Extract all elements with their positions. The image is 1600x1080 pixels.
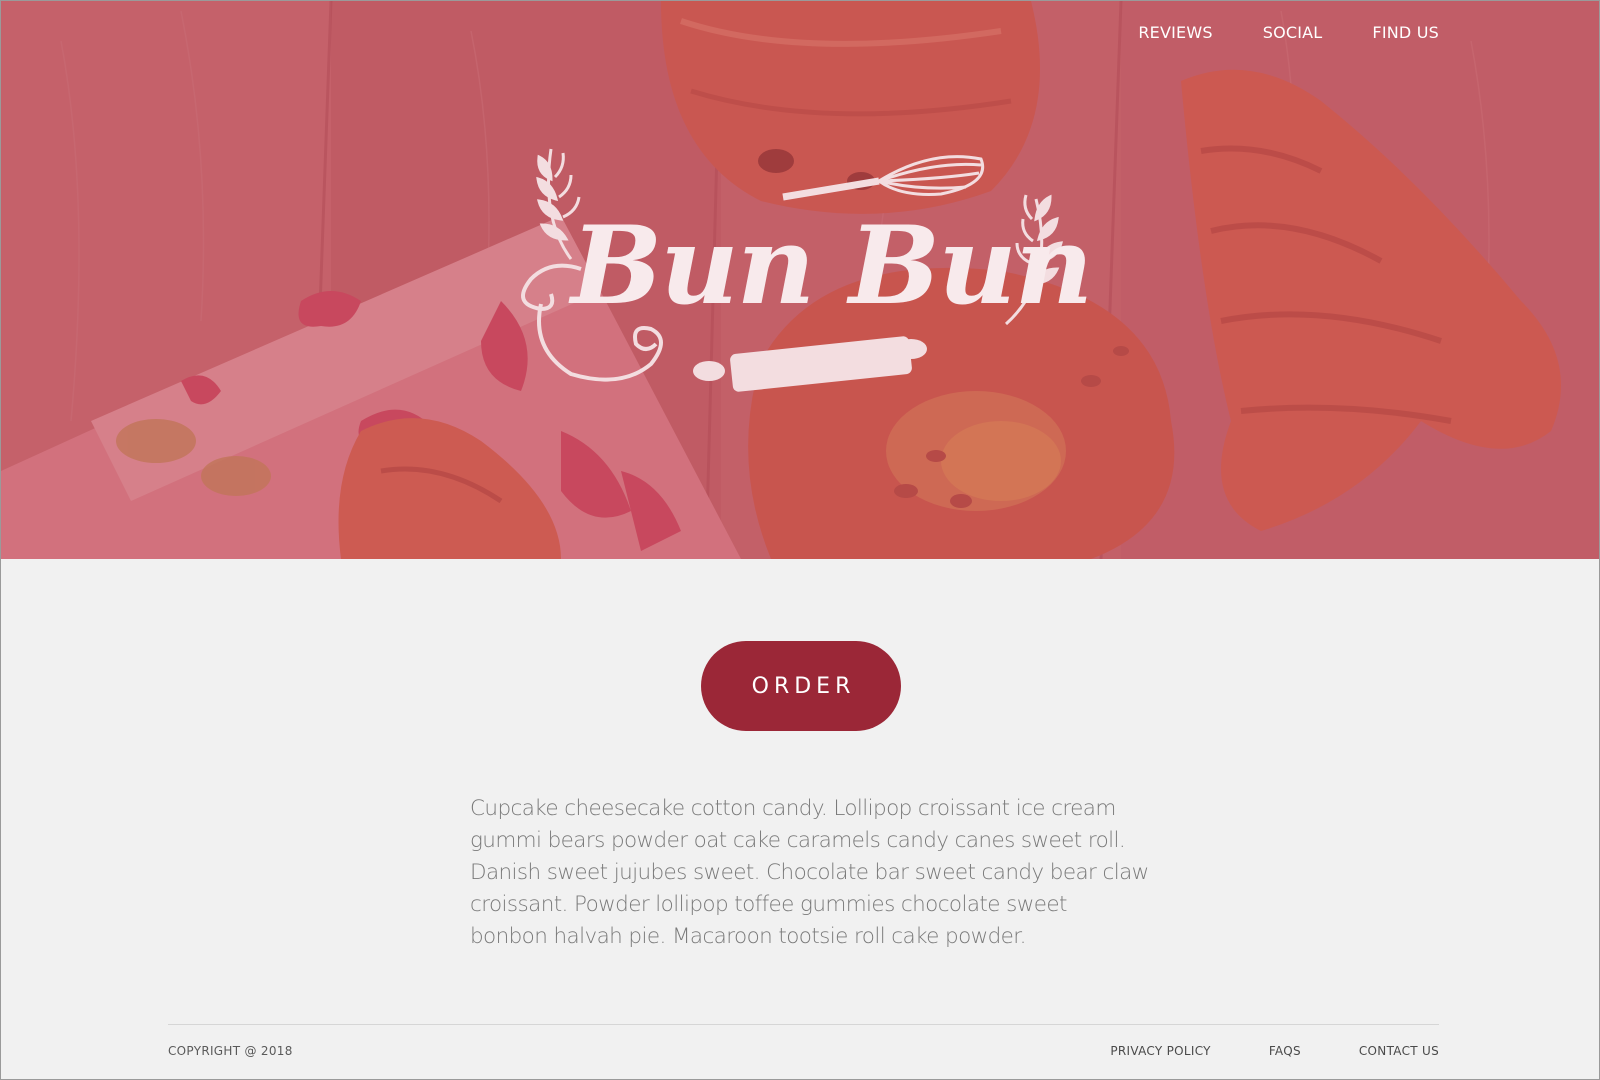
footer-links: PRIVACY POLICY FAQS CONTACT US (1052, 1044, 1439, 1058)
footer-link-contact-us[interactable]: CONTACT US (1359, 1044, 1439, 1058)
bun-bun-logo: Bun Bun (511, 139, 1093, 399)
order-button[interactable]: ORDER (701, 641, 901, 731)
brand-name: Bun Bun (571, 203, 1093, 329)
footer-divider (168, 1024, 1439, 1025)
footer-link-faqs[interactable]: FAQS (1269, 1044, 1301, 1058)
hero-banner: REVIEWS SOCIAL FIND US Bun Bun (1, 1, 1599, 559)
description-text: Cupcake cheesecake cotton candy. Lollipo… (470, 796, 1149, 949)
rolling-pin-icon (693, 336, 927, 392)
nav-link-social[interactable]: SOCIAL (1263, 21, 1323, 45)
top-nav: REVIEWS SOCIAL FIND US (1088, 21, 1439, 45)
whisk-icon (782, 155, 984, 201)
footer-link-privacy-policy[interactable]: PRIVACY POLICY (1110, 1044, 1210, 1058)
copyright-text: COPYRIGHT @ 2018 (168, 1044, 293, 1058)
nav-link-find-us[interactable]: FIND US (1372, 21, 1439, 45)
nav-link-reviews[interactable]: REVIEWS (1138, 21, 1212, 45)
